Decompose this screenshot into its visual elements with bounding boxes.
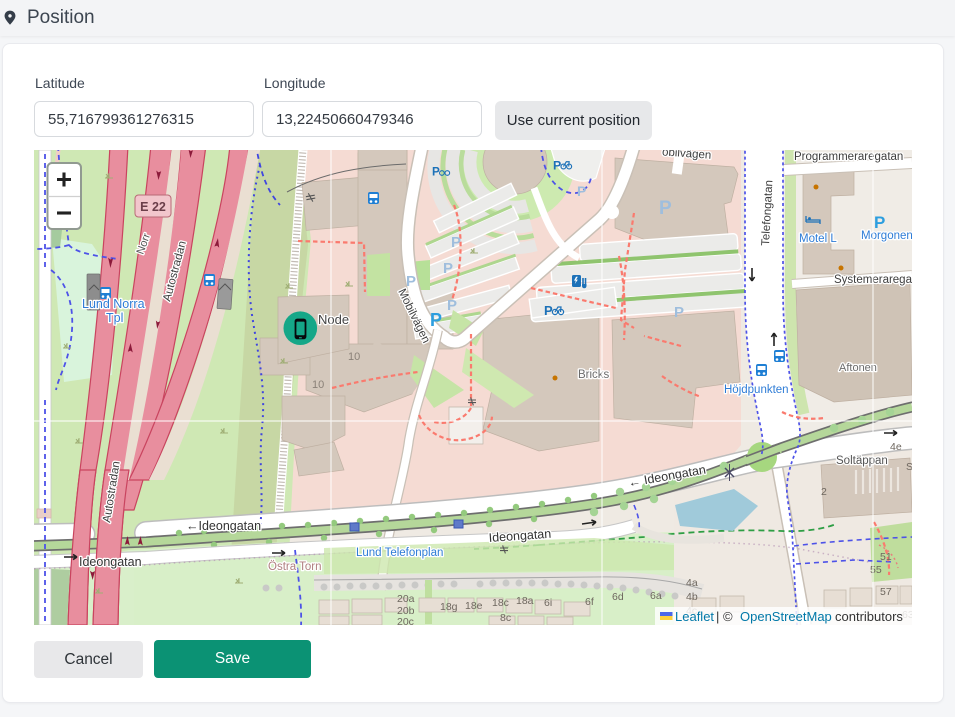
svg-text:6i: 6i xyxy=(544,597,552,609)
svg-text:P: P xyxy=(447,297,457,314)
svg-text:P: P xyxy=(553,158,561,172)
svg-text:Motel L: Motel L xyxy=(799,233,837,245)
svg-text:57: 57 xyxy=(880,586,892,598)
svg-text:Höjdpunkten: Höjdpunkten xyxy=(724,384,789,396)
svg-text:Soltäppan: Soltäppan xyxy=(836,455,888,467)
svg-text:Aftonen: Aftonen xyxy=(839,362,877,374)
svg-text:S: S xyxy=(906,461,912,473)
svg-text:P: P xyxy=(451,234,461,251)
svg-text:Tpl: Tpl xyxy=(106,311,123,325)
svg-text:18g: 18g xyxy=(440,601,458,613)
svg-text:←Ideongatan: ←Ideongatan xyxy=(186,519,261,533)
svg-text:6f: 6f xyxy=(585,596,594,608)
svg-text:18c: 18c xyxy=(492,597,509,609)
svg-text:4a: 4a xyxy=(686,577,698,589)
svg-text:Node: Node xyxy=(318,312,349,327)
svg-text:Morgonen: Morgonen xyxy=(861,230,912,242)
svg-text:8c: 8c xyxy=(500,612,511,624)
svg-text:2: 2 xyxy=(821,486,827,498)
svg-text:Lund Telefonplan: Lund Telefonplan xyxy=(356,547,443,559)
svg-text:P: P xyxy=(659,198,672,219)
svg-text:Lund Norra: Lund Norra xyxy=(82,297,145,311)
svg-text:55: 55 xyxy=(870,564,882,576)
svg-text:20a: 20a xyxy=(397,593,415,605)
svg-text:P: P xyxy=(432,166,440,179)
svg-text:P: P xyxy=(577,183,586,199)
svg-text:18a: 18a xyxy=(516,595,534,607)
svg-text:Bricks: Bricks xyxy=(578,369,610,381)
svg-text:P: P xyxy=(674,304,684,321)
svg-text:Programmeraregatan: Programmeraregatan xyxy=(794,151,903,163)
svg-text:6a: 6a xyxy=(650,590,662,602)
svg-text:P: P xyxy=(443,260,453,277)
svg-text:18e: 18e xyxy=(465,600,483,612)
svg-text:20c: 20c xyxy=(397,616,414,625)
svg-text:10: 10 xyxy=(348,351,360,363)
svg-text:4e: 4e xyxy=(890,441,902,453)
svg-text:10: 10 xyxy=(312,379,324,391)
svg-text:P: P xyxy=(544,303,553,318)
svg-text:| ©: | © xyxy=(716,609,733,624)
svg-text:OpenStreetMap: OpenStreetMap xyxy=(740,609,832,624)
svg-text:6d: 6d xyxy=(612,591,624,603)
svg-text:contributors: contributors xyxy=(835,609,903,624)
svg-text:Östra Torn: Östra Torn xyxy=(268,561,321,573)
svg-text:E 22: E 22 xyxy=(140,200,166,214)
svg-text:Leaflet: Leaflet xyxy=(675,609,714,624)
svg-text:51: 51 xyxy=(880,551,892,563)
svg-text:P: P xyxy=(406,273,416,290)
svg-text:P: P xyxy=(430,310,442,330)
svg-text:Ideongatan: Ideongatan xyxy=(79,555,142,569)
svg-text:4b: 4b xyxy=(686,591,698,603)
